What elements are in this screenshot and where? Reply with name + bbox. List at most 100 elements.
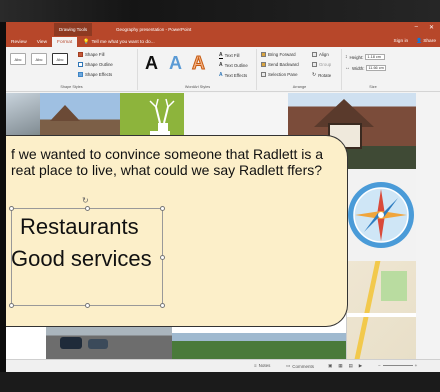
- rotate-icon: ↻: [312, 72, 317, 78]
- high-street-photo: [46, 323, 172, 359]
- align-button[interactable]: Align: [312, 52, 329, 57]
- resize-handle-top-middle[interactable]: [85, 206, 90, 211]
- text-outline-button[interactable]: A Text Outline: [219, 62, 248, 68]
- height-icon: ↕: [345, 54, 348, 60]
- resize-handle-bottom-middle[interactable]: [85, 303, 90, 308]
- shape-outline-label: Shape Outline: [85, 62, 113, 67]
- tell-me-box[interactable]: 💡 Tell me what you want to do...: [83, 37, 154, 47]
- shape-styles-group: Abc Abc Abc Shape Fill Shape Outline Sha…: [6, 49, 138, 90]
- align-label: Align: [319, 52, 329, 57]
- shape-style-3[interactable]: Abc: [52, 53, 68, 65]
- background-photo-strip: [0, 0, 440, 22]
- zoom-out-icon[interactable]: −: [378, 363, 381, 368]
- width-control: ↔ Width: 11.66 cm: [345, 65, 387, 71]
- shape-style-1[interactable]: Abc: [10, 53, 26, 65]
- size-group: ↕ Height: 1.18 cm ↔ Width: 11.66 cm Size: [343, 49, 403, 90]
- question-text[interactable]: f we wanted to convince someone that Rad…: [11, 146, 347, 178]
- height-control: ↕ Height: 1.18 cm: [345, 54, 386, 60]
- tab-format[interactable]: Format: [52, 37, 78, 47]
- size-group-label: Size: [369, 85, 377, 89]
- wordart-styles-group: A A A A Text Fill A Text Outline A Text …: [139, 49, 257, 90]
- zoom-in-icon[interactable]: +: [415, 363, 418, 368]
- width-input[interactable]: 11.66 cm: [366, 65, 387, 71]
- share-button[interactable]: 👤 Share: [416, 39, 436, 44]
- reading-view-icon[interactable]: ▤: [349, 363, 353, 369]
- group-label: Group: [319, 62, 332, 67]
- rotate-label: Rotate: [318, 72, 332, 78]
- comments-label: Comments: [292, 363, 315, 369]
- wordart-style-orange[interactable]: A: [192, 54, 206, 73]
- text-effects-icon: A: [219, 72, 223, 78]
- resize-handle-top-right[interactable]: [160, 206, 165, 211]
- green-photo: [172, 333, 346, 359]
- text-outline-label: Text Outline: [224, 62, 248, 68]
- shape-outline-button[interactable]: Shape Outline: [78, 62, 113, 67]
- text-fill-icon: A: [219, 52, 223, 59]
- wordart-style-black[interactable]: A: [145, 54, 158, 72]
- selection-pane-button[interactable]: Selection Pane: [261, 72, 298, 77]
- status-bar: ≡ Notes ▭ Comments ▣ ▦ ▤ ▶ − +: [6, 359, 440, 372]
- shape-fill-button[interactable]: Shape Fill: [78, 52, 105, 57]
- view-buttons[interactable]: ▣ ▦ ▤ ▶: [328, 363, 362, 369]
- compass-icon: [348, 182, 414, 248]
- selection-pane-icon: [261, 72, 266, 77]
- compass-panel: [346, 169, 416, 261]
- document-title: Geography presentation - PowerPoint: [116, 26, 192, 32]
- shape-effects-button[interactable]: Shape Effects: [78, 72, 112, 77]
- shape-outline-icon: [78, 62, 83, 67]
- slideshow-icon[interactable]: ▶: [359, 363, 362, 369]
- minimize-icon[interactable]: –: [415, 24, 418, 30]
- close-icon[interactable]: ✕: [429, 24, 434, 31]
- house-roof: [50, 105, 80, 121]
- send-backward-label: Send Backward: [268, 62, 299, 67]
- map-road: [354, 261, 381, 359]
- text-outline-icon: A: [219, 62, 223, 68]
- bring-forward-icon: [261, 52, 266, 57]
- arrange-group: Bring Forward Send Backward Selection Pa…: [258, 49, 342, 90]
- share-icon: 👤: [416, 39, 423, 44]
- text-fill-label: Text Fill: [224, 53, 240, 58]
- shape-style-2[interactable]: Abc: [31, 53, 47, 65]
- text-fill-button[interactable]: A Text Fill: [219, 52, 240, 59]
- bring-forward-label: Bring Forward: [268, 52, 296, 57]
- group-icon: [312, 62, 317, 67]
- tab-view[interactable]: View: [32, 37, 52, 47]
- tab-review[interactable]: Review: [6, 37, 32, 47]
- group-button[interactable]: Group: [312, 62, 331, 67]
- answer-restaurants: Restaurants: [20, 214, 139, 239]
- parked-car: [60, 337, 82, 349]
- zoom-slider[interactable]: − +: [378, 363, 417, 368]
- text-effects-button[interactable]: A Text Effects: [219, 72, 247, 78]
- rotate-handle-icon[interactable]: ↻: [82, 196, 89, 205]
- map-photo: [346, 261, 416, 359]
- resize-handle-top-left[interactable]: [9, 206, 14, 211]
- resize-handle-bottom-right[interactable]: [160, 303, 165, 308]
- normal-view-icon[interactable]: ▣: [328, 363, 332, 369]
- notes-button[interactable]: ≡ Notes: [254, 363, 270, 368]
- comments-button[interactable]: ▭ Comments: [286, 363, 314, 369]
- width-icon: ↔: [345, 65, 350, 71]
- ribbon: Abc Abc Abc Shape Fill Shape Outline Sha…: [6, 47, 440, 92]
- comments-icon: ▭: [286, 363, 291, 368]
- share-label: Share: [423, 39, 436, 44]
- tell-me-text: Tell me what you want to do...: [91, 39, 155, 45]
- shape-effects-icon: [78, 72, 83, 77]
- wordart-style-blue[interactable]: A: [169, 54, 182, 72]
- height-input[interactable]: 1.18 cm: [365, 54, 386, 60]
- map-road-2: [347, 313, 416, 317]
- resize-handle-middle-right[interactable]: [160, 255, 165, 260]
- answers-textbox[interactable]: ↻ Restaurants Good services: [9, 196, 165, 308]
- rotate-button[interactable]: ↻ Rotate: [312, 72, 331, 78]
- map-park: [381, 271, 407, 301]
- sign-in-link[interactable]: Sign in: [394, 39, 409, 44]
- screen-capture: Drawing Tools Geography presentation - P…: [0, 0, 440, 392]
- send-backward-button[interactable]: Send Backward: [261, 62, 299, 67]
- bring-forward-button[interactable]: Bring Forward: [261, 52, 296, 57]
- resize-handle-bottom-left[interactable]: [9, 303, 14, 308]
- lightbulb-icon: 💡: [83, 39, 90, 45]
- width-label: Width:: [352, 65, 365, 71]
- zoom-track[interactable]: [382, 365, 413, 366]
- wordart-group-label: WordArt Styles: [184, 85, 211, 89]
- slide-sorter-icon[interactable]: ▦: [338, 363, 342, 369]
- bottom-background-strip: [0, 372, 440, 392]
